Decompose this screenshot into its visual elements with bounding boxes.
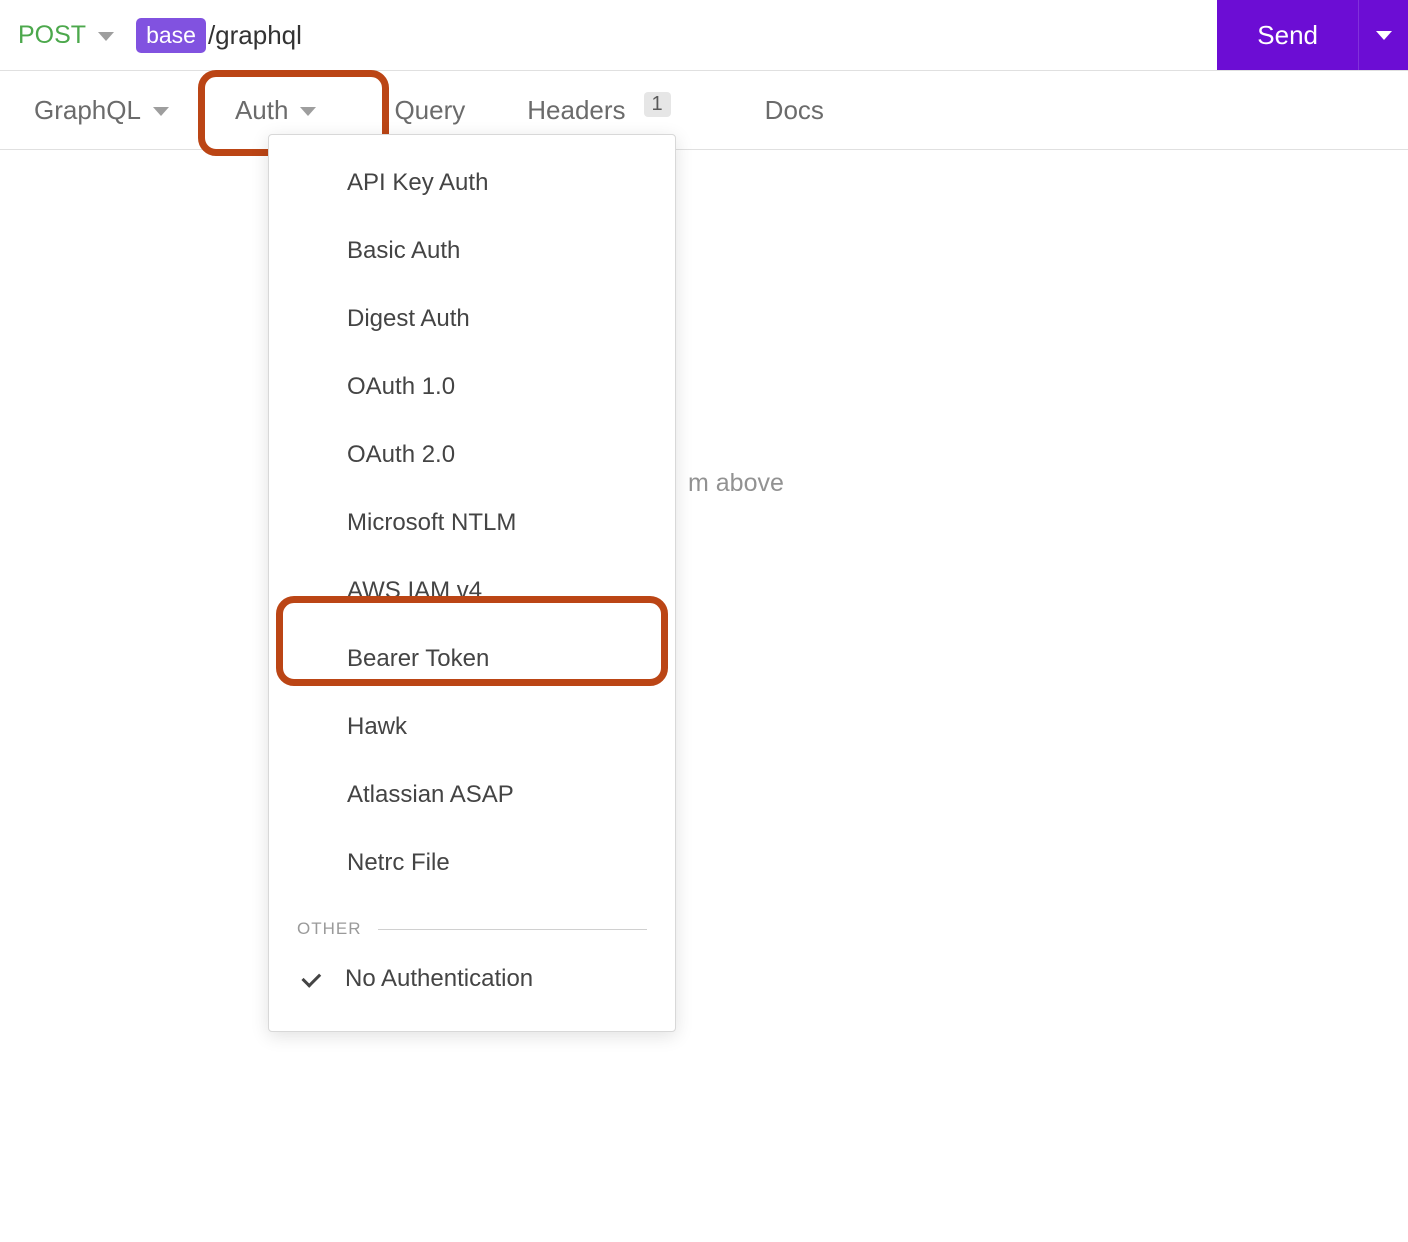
send-dropdown-button[interactable] [1358, 0, 1408, 70]
tab-label: Auth [235, 95, 289, 126]
method-label: POST [18, 21, 86, 50]
send-button[interactable]: Send [1217, 0, 1358, 70]
auth-option-bearer-token[interactable]: Bearer Token [269, 625, 675, 693]
tab-label: GraphQL [34, 95, 141, 126]
section-divider [378, 929, 648, 930]
auth-dropdown-menu: API Key Auth Basic Auth Digest Auth OAut… [268, 134, 676, 1032]
tab-label: Docs [765, 95, 824, 126]
auth-option-api-key[interactable]: API Key Auth [269, 149, 675, 217]
check-icon [299, 966, 325, 992]
tab-auth[interactable]: Auth [205, 81, 347, 140]
auth-option-ntlm[interactable]: Microsoft NTLM [269, 489, 675, 557]
auth-option-atlassian-asap[interactable]: Atlassian ASAP [269, 761, 675, 829]
method-select[interactable]: POST [18, 21, 114, 50]
tab-headers[interactable]: Headers 1 [527, 81, 670, 140]
base-env-tag[interactable]: base [136, 18, 206, 53]
url-path[interactable]: /graphql [208, 20, 302, 51]
tabs-bar: GraphQL Auth Query Headers 1 Docs [0, 70, 1408, 150]
tab-label: Headers [527, 95, 625, 126]
chevron-down-icon [153, 107, 169, 116]
tab-docs[interactable]: Docs [741, 81, 848, 140]
dropdown-section-other: OTHER [269, 897, 675, 947]
tab-graphql[interactable]: GraphQL [34, 81, 187, 140]
headers-count-badge: 1 [644, 92, 671, 117]
auth-option-oauth2[interactable]: OAuth 2.0 [269, 421, 675, 489]
send-wrapper: Send [1217, 0, 1408, 70]
auth-option-aws-iam[interactable]: AWS IAM v4 [269, 557, 675, 625]
tab-label: Query [394, 95, 465, 126]
chevron-down-icon [1376, 31, 1392, 40]
auth-option-no-authentication[interactable]: No Authentication [269, 947, 675, 1001]
auth-option-netrc[interactable]: Netrc File [269, 829, 675, 897]
auth-option-basic[interactable]: Basic Auth [269, 217, 675, 285]
auth-option-hawk[interactable]: Hawk [269, 693, 675, 761]
chevron-down-icon [300, 107, 316, 116]
auth-option-digest[interactable]: Digest Auth [269, 285, 675, 353]
background-hint-text: m above [688, 469, 784, 498]
no-auth-label: No Authentication [345, 965, 533, 993]
tab-query[interactable]: Query [370, 81, 489, 140]
section-label: OTHER [297, 919, 362, 939]
auth-option-oauth1[interactable]: OAuth 1.0 [269, 353, 675, 421]
request-bar: POST base /graphql Send [0, 0, 1408, 70]
chevron-down-icon [98, 32, 114, 41]
